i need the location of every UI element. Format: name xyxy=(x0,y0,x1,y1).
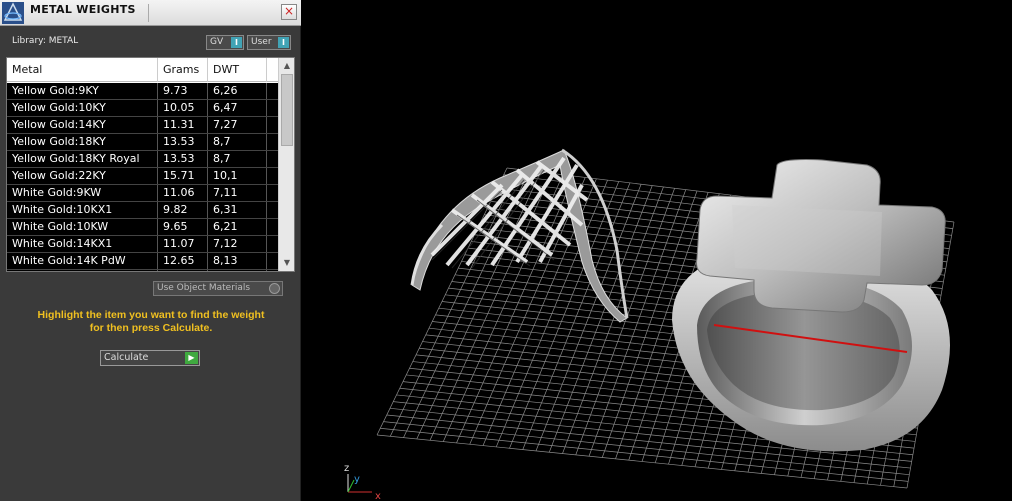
scroll-down-icon[interactable]: ▼ xyxy=(279,256,294,270)
table-row[interactable]: White Gold:14K PdW 12.65 8,13 xyxy=(7,253,279,270)
cell-metal: Yellow Gold:14KY xyxy=(7,117,158,133)
title-divider xyxy=(148,4,149,22)
metal-table: Metal Grams DWT Yellow Gold:9KY 9.73 6,26 Y… xyxy=(6,57,295,272)
use-object-materials-toggle[interactable]: Use Object Materials xyxy=(153,281,283,296)
column-header-dwt[interactable]: DWT xyxy=(208,58,267,82)
instruction-line-2: for then press Calculate. xyxy=(89,322,213,334)
cross-ring-model[interactable] xyxy=(672,159,950,452)
cell-grams: 12.65 xyxy=(158,253,208,269)
table-row[interactable]: White Gold:14KX1 11.07 7,12 xyxy=(7,236,279,253)
cell-grams: 15.71 xyxy=(158,168,208,184)
cell-grams: 10.05 xyxy=(158,100,208,116)
instruction-text: Highlight the item you want to find the … xyxy=(8,309,294,335)
cell-metal: Yellow Gold:18KY Royal xyxy=(7,151,158,167)
scroll-thumb[interactable] xyxy=(281,74,293,146)
calculate-button[interactable]: Calculate ▶ xyxy=(100,350,200,366)
gv-toggle-icon[interactable]: I xyxy=(231,37,242,48)
cell-metal: White Gold:9KW xyxy=(7,185,158,201)
cell-metal: White Gold:10KX1 xyxy=(7,202,158,218)
cell-dwt: 10,1 xyxy=(208,168,267,184)
cell-metal: Yellow Gold:18KY xyxy=(7,134,158,150)
table-body: Yellow Gold:9KY 9.73 6,26 Yellow Gold:10KY 1… xyxy=(7,83,279,271)
cell-dwt: 7,27 xyxy=(208,117,267,133)
calculate-label: Calculate xyxy=(104,352,149,363)
cell-dwt: 6,47 xyxy=(208,100,267,116)
cell-grams: 11.07 xyxy=(158,236,208,252)
table-row[interactable]: Yellow Gold:18KY Royal 13.53 8,7 xyxy=(7,151,279,168)
cell-grams: 11.31 xyxy=(158,117,208,133)
viewport-scene: z y x xyxy=(344,148,955,501)
table-row[interactable]: Yellow Gold:22KY 15.71 10,1 xyxy=(7,168,279,185)
cell-grams: 9.73 xyxy=(158,83,208,99)
axis-gizmo: z y x xyxy=(344,463,381,501)
cell-dwt: 6,26 xyxy=(208,83,267,99)
table-row[interactable]: White Gold:10KW 9.65 6,21 xyxy=(7,219,279,236)
table-row[interactable]: White Gold:9KW 11.06 7,11 xyxy=(7,185,279,202)
user-label: User xyxy=(251,37,272,47)
cell-dwt: 6,31 xyxy=(208,202,267,218)
cell-metal: Yellow Gold:22KY xyxy=(7,168,158,184)
table-row[interactable]: Yellow Gold:10KY 10.05 6,47 xyxy=(7,100,279,117)
user-toggle-icon[interactable]: I xyxy=(278,37,289,48)
cell-grams: 13.53 xyxy=(158,134,208,150)
cell-dwt: 6,21 xyxy=(208,219,267,235)
panel-titlebar[interactable]: METAL WEIGHTS × xyxy=(0,0,301,26)
play-icon[interactable]: ▶ xyxy=(185,352,198,364)
table-row[interactable]: Yellow Gold:9KY 9.73 6,26 xyxy=(7,83,279,100)
column-header-grams[interactable]: Grams xyxy=(158,58,208,82)
instruction-line-1: Highlight the item you want to find the … xyxy=(37,309,265,321)
cell-grams: 13.53 xyxy=(158,151,208,167)
cell-dwt: 6,31 xyxy=(208,270,267,271)
cell-metal: White Gold:14KX1 xyxy=(7,236,158,252)
cell-grams: 9.82 xyxy=(158,270,208,271)
table-row[interactable]: White Gold:10KX1 9.82 6,31 xyxy=(7,202,279,219)
metal-weights-panel: METAL WEIGHTS × Library: METAL GV I User… xyxy=(0,0,301,501)
cell-dwt: 8,7 xyxy=(208,134,267,150)
cell-metal: White Gold:10KW xyxy=(7,219,158,235)
close-button[interactable]: × xyxy=(281,4,297,20)
cell-metal: Yellow Gold:9KY xyxy=(7,83,158,99)
app-window: METAL WEIGHTS × Library: METAL GV I User… xyxy=(0,0,1012,501)
cell-metal: White Gold:14K PdW xyxy=(7,253,158,269)
cell-dwt: 7,12 xyxy=(208,236,267,252)
table-row[interactable]: Yellow Gold:14KY 11.31 7,27 xyxy=(7,117,279,134)
table-scrollbar[interactable]: ▲ ▼ xyxy=(278,58,294,271)
axis-y-label: y xyxy=(354,474,360,485)
cell-grams: 11.06 xyxy=(158,185,208,201)
cell-dwt: 8,13 xyxy=(208,253,267,269)
axis-x-label: x xyxy=(375,491,381,501)
axis-z-label: z xyxy=(344,463,349,474)
gv-toggle[interactable]: GV I xyxy=(206,35,244,50)
library-label: Library: METAL xyxy=(12,36,79,46)
scroll-up-icon[interactable]: ▲ xyxy=(279,59,294,73)
column-header-metal[interactable]: Metal xyxy=(7,58,158,82)
3d-viewport[interactable]: z y x xyxy=(302,0,1012,501)
use-object-materials-label: Use Object Materials xyxy=(157,283,251,293)
cell-dwt: 7,11 xyxy=(208,185,267,201)
panel-title: METAL WEIGHTS xyxy=(30,3,136,16)
gv-label: GV xyxy=(210,37,224,47)
table-row[interactable]: Yellow Gold:18KY 13.53 8,7 xyxy=(7,134,279,151)
cell-dwt: 8,7 xyxy=(208,151,267,167)
table-header: Metal Grams DWT xyxy=(7,58,279,82)
table-row[interactable]: White Gold:14KW9.826,31 xyxy=(7,270,279,271)
cell-metal: White Gold:14KW xyxy=(7,270,158,271)
cell-grams: 9.65 xyxy=(158,219,208,235)
cad-app-icon xyxy=(2,2,24,24)
user-toggle[interactable]: User I xyxy=(247,35,291,50)
cell-grams: 9.82 xyxy=(158,202,208,218)
radio-icon[interactable] xyxy=(269,283,280,294)
cell-metal: Yellow Gold:10KY xyxy=(7,100,158,116)
